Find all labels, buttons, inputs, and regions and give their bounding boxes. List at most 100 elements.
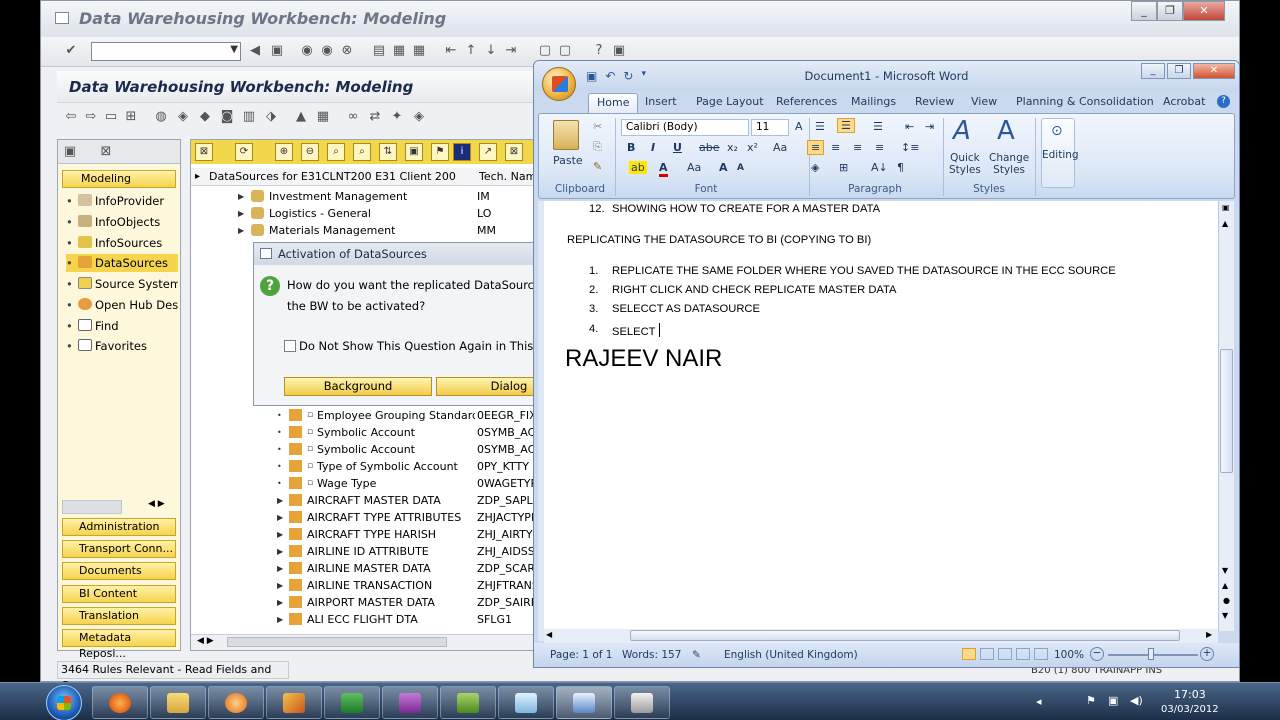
- window-icon[interactable]: ▭: [103, 109, 119, 125]
- tab-acrobat[interactable]: Acrobat: [1163, 95, 1205, 108]
- taskbar-app-media-player[interactable]: [208, 686, 264, 719]
- align-right-icon[interactable]: ≡: [853, 141, 862, 154]
- save-icon[interactable]: ▣: [586, 69, 597, 83]
- increase-indent-icon[interactable]: ⇥: [925, 120, 934, 133]
- nav-section-administration[interactable]: Administration: [62, 518, 176, 536]
- expand-arrow-icon[interactable]: ▶: [277, 492, 283, 509]
- tab-review[interactable]: Review: [915, 95, 954, 108]
- editing-group[interactable]: ⊙ Editing: [1041, 118, 1079, 188]
- taskbar-app-word[interactable]: [556, 686, 612, 719]
- flag-icon[interactable]: ⚑: [431, 143, 449, 161]
- borders-icon[interactable]: ⊞: [839, 161, 848, 174]
- nav-splitter[interactable]: [62, 500, 122, 514]
- background-button[interactable]: Background: [284, 377, 432, 396]
- cut-icon[interactable]: ✂: [593, 120, 602, 133]
- window-tree-icon[interactable]: ▣: [405, 143, 423, 161]
- tab-page-layout[interactable]: Page Layout: [696, 95, 764, 108]
- scroll-right-icon[interactable]: ▶: [1206, 630, 1212, 639]
- zoom-level[interactable]: 100%: [1054, 649, 1084, 661]
- tab-insert[interactable]: Insert: [645, 95, 677, 108]
- tree-row[interactable]: ▶ AIRLINE MASTER DATA ZDP_SCARR: [191, 560, 549, 577]
- tree-row[interactable]: • ▫ Type of Symbolic Account 0PY_KTTY: [191, 458, 549, 475]
- paste-button[interactable]: Paste: [553, 154, 583, 167]
- taskbar-app-unknown[interactable]: [614, 686, 670, 719]
- highlight-icon[interactable]: ab: [629, 161, 647, 174]
- taskbar-app-vmware[interactable]: [440, 686, 496, 719]
- page-indicator[interactable]: Page: 1 of 1: [550, 649, 612, 661]
- globe-icon[interactable]: ◍: [153, 109, 169, 125]
- prev-page-icon[interactable]: ▲: [1222, 581, 1228, 590]
- multilevel-list-icon[interactable]: ☰: [873, 120, 883, 133]
- change-styles-icon[interactable]: A: [997, 116, 1015, 146]
- scroll-left-icon[interactable]: ◀ ▶: [197, 636, 214, 646]
- tree-row[interactable]: • ▫ Symbolic Account 0SYMB_AC: [191, 441, 549, 458]
- tree-tool-icon[interactable]: ⊠: [195, 143, 213, 161]
- sort-icon[interactable]: A↓: [871, 161, 888, 174]
- nav-section-transport[interactable]: Transport Conn...: [62, 540, 176, 558]
- quick-styles-button[interactable]: Quick Styles: [949, 152, 981, 176]
- arrow-right-icon[interactable]: ⇨: [83, 109, 99, 125]
- find-icon[interactable]: ▦: [391, 43, 407, 59]
- next-page-icon[interactable]: ▼: [1222, 611, 1228, 620]
- taskbar-app-firefox[interactable]: [92, 686, 148, 719]
- expand-arrow-icon[interactable]: ▶: [277, 543, 283, 560]
- clock-time[interactable]: 17:03: [1174, 688, 1206, 701]
- underline-button[interactable]: U: [673, 141, 682, 154]
- document-page[interactable]: 12. SHOWING HOW TO CREATE FOR A MASTER D…: [544, 201, 1218, 631]
- taskbar-app-powerpoint[interactable]: [266, 686, 322, 719]
- enter-icon[interactable]: ✔: [63, 43, 79, 59]
- outline-icon[interactable]: [1016, 648, 1030, 660]
- tab-mailings[interactable]: Mailings: [851, 95, 896, 108]
- expand-arrow-icon[interactable]: ▶: [277, 594, 283, 611]
- restore-button[interactable]: ❐: [1167, 63, 1191, 79]
- scroll-up-icon[interactable]: ▲: [1222, 219, 1228, 228]
- tab-view[interactable]: View: [971, 95, 997, 108]
- tree-row[interactable]: ▶ Investment Management IM: [191, 188, 549, 205]
- shrink-font-button[interactable]: A: [737, 163, 744, 173]
- nav-section-documents[interactable]: Documents: [62, 562, 176, 580]
- help-icon[interactable]: ?: [1217, 95, 1230, 108]
- tree-row[interactable]: ▶ ALI ECC FLIGHT DTA SFLG1: [191, 611, 549, 628]
- nav-item-infosources[interactable]: • InfoSources: [66, 234, 178, 252]
- datasource-icon[interactable]: ⬗: [263, 109, 279, 125]
- nav-item-favorites[interactable]: • Favorites: [66, 337, 178, 355]
- expand-arrow-icon[interactable]: ▶: [277, 560, 283, 577]
- nav-section-translation[interactable]: Translation: [62, 607, 176, 625]
- align-center-icon[interactable]: ≡: [831, 141, 840, 154]
- taskbar-app-explorer[interactable]: [150, 686, 206, 719]
- proofing-icon[interactable]: ✎: [692, 649, 701, 661]
- first-page-icon[interactable]: ⇤: [443, 43, 459, 59]
- copy-icon[interactable]: ⎘: [593, 140, 602, 154]
- nav-scroll-arrows[interactable]: ◀ ▶: [148, 499, 165, 509]
- expand-arrow-icon[interactable]: ▶: [238, 222, 244, 239]
- tree-row[interactable]: ▶ AIRLINE TRANSACTION ZHJFTRANS: [191, 577, 549, 594]
- collapse-icon[interactable]: ⊖: [301, 143, 319, 161]
- subscript-button[interactable]: x₂: [727, 141, 738, 154]
- save-icon[interactable]: ▣: [269, 43, 285, 59]
- nav-item-datasources[interactable]: • DataSources: [66, 254, 178, 272]
- taskbar-app-onenote[interactable]: [382, 686, 438, 719]
- tree-row[interactable]: ▶ AIRLINE ID ATTRIBUTE ZHJ_AIDSS: [191, 543, 549, 560]
- info-icon[interactable]: i: [453, 143, 471, 161]
- nav-section-modeling[interactable]: Modeling: [62, 170, 176, 188]
- minimize-button[interactable]: _: [1141, 63, 1165, 79]
- bullets-icon[interactable]: ☰: [815, 120, 825, 133]
- tab-planning-consolidation[interactable]: Planning & Consolidation: [1016, 95, 1154, 108]
- bold-button[interactable]: B: [627, 141, 635, 154]
- action-center-icon[interactable]: ⚑: [1086, 694, 1096, 707]
- change-case-icon[interactable]: Aa: [773, 141, 787, 154]
- full-screen-reading-icon[interactable]: [980, 648, 994, 660]
- undo-icon[interactable]: ↶: [605, 69, 615, 83]
- box-icon[interactable]: ◆: [197, 109, 213, 125]
- print-icon[interactable]: ▤: [371, 43, 387, 59]
- web-layout-icon[interactable]: [998, 648, 1012, 660]
- clock-date[interactable]: 03/03/2012: [1161, 704, 1219, 715]
- nav-item-infoprovider[interactable]: • InfoProvider: [66, 192, 178, 210]
- tree-row[interactable]: • ▫ Symbolic Account 0SYMB_AC: [191, 424, 549, 441]
- grow-font-icon[interactable]: A: [795, 120, 803, 133]
- close-button[interactable]: ✕: [1183, 1, 1225, 21]
- command-field[interactable]: ▼: [91, 42, 241, 61]
- tree-row[interactable]: • ▫ Employee Grouping Standard 0EEGR_FIX: [191, 407, 549, 424]
- font-name-select[interactable]: Calibri (Body): [621, 119, 749, 136]
- tab-references[interactable]: References: [776, 95, 837, 108]
